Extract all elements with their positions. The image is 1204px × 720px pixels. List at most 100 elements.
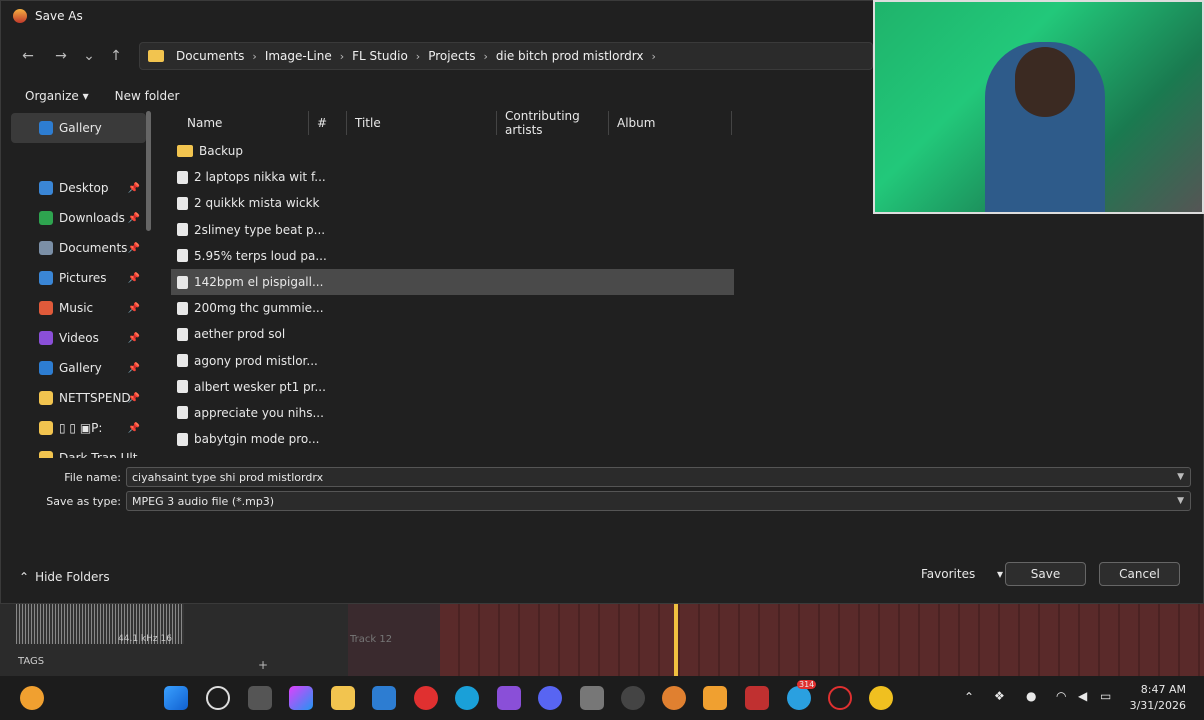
pin-icon: 📌 xyxy=(127,212,140,224)
back-arrow-icon[interactable]: ← xyxy=(13,41,43,71)
store-icon[interactable] xyxy=(372,686,396,710)
playhead[interactable] xyxy=(674,604,678,676)
edge-icon[interactable] xyxy=(455,686,479,710)
up-arrow-icon[interactable]: ↑ xyxy=(101,41,131,71)
breadcrumb-item[interactable]: Documents xyxy=(176,49,244,63)
sidebar-item-nettspend[interactable]: NETTSPEND 📌 xyxy=(11,383,146,413)
chrome-icon[interactable] xyxy=(869,686,893,710)
playlist-tracks[interactable] xyxy=(440,604,1204,676)
chevron-right-icon: › xyxy=(252,49,257,63)
file-row[interactable]: albert wesker pt1 pr... xyxy=(171,374,741,400)
task-view-icon[interactable] xyxy=(248,686,272,710)
obs-icon[interactable] xyxy=(621,686,645,710)
address-bar[interactable]: Documents › Image-Line › FL Studio › Projec… xyxy=(139,42,873,70)
chevron-right-icon: › xyxy=(339,49,345,63)
recent-locations-icon[interactable]: ⌄ xyxy=(74,41,104,71)
audio-file-icon xyxy=(177,327,188,341)
file-row[interactable]: Backup xyxy=(171,138,741,164)
sample-info: 44.1 kHz 16 xyxy=(118,634,172,644)
column-album[interactable]: Album xyxy=(609,111,732,135)
app-icon[interactable] xyxy=(662,686,686,710)
file-row[interactable]: agony prod mistlor... xyxy=(171,348,741,374)
file-name-input[interactable]: ciyahsaint type shi prod mistlordrx ▼ xyxy=(126,467,1191,487)
breadcrumb-item[interactable]: FL Studio xyxy=(352,49,408,63)
pin-icon: 📌 xyxy=(127,182,140,194)
file-row[interactable]: 200mg thc gummie... xyxy=(171,295,741,321)
sidebar-item-music[interactable]: Music 📌 xyxy=(11,293,146,323)
add-icon[interactable]: + xyxy=(258,658,268,672)
save-button[interactable]: Save xyxy=(1005,562,1086,586)
chevron-down-icon[interactable]: ▼ xyxy=(1177,472,1184,482)
pictures-icon xyxy=(39,271,53,285)
copilot-icon[interactable] xyxy=(289,686,313,710)
save-type-value: MPEG 3 audio file (*.mp3) xyxy=(132,494,275,508)
battery-icon[interactable]: ▭ xyxy=(1100,689,1111,703)
start-icon[interactable] xyxy=(164,686,188,710)
weather-icon[interactable] xyxy=(20,686,44,710)
discord-icon[interactable] xyxy=(538,686,562,710)
file-explorer-icon[interactable] xyxy=(331,686,355,710)
track-header[interactable]: Track 12 xyxy=(348,604,440,676)
save-type-select[interactable]: MPEG 3 audio file (*.mp3) ▼ xyxy=(126,491,1191,511)
breadcrumb-item[interactable]: Projects xyxy=(428,49,475,63)
taskbar: 314 ⌃ ❖ ● ◠ ◀ ▭ 8:47 AM 3/31/2026 xyxy=(0,676,1204,720)
fl-studio-background: 44.1 kHz 16 TAGS + Track 12 xyxy=(0,604,1204,676)
new-folder-button[interactable]: New folder xyxy=(115,89,180,103)
hide-folders-label: Hide Folders xyxy=(35,570,110,584)
forward-arrow-icon[interactable]: → xyxy=(46,41,76,71)
sidebar-item-desktop[interactable]: Desktop 📌 xyxy=(11,173,146,203)
wifi-icon[interactable]: ◠ xyxy=(1056,689,1066,703)
file-row[interactable]: 2slimey type beat p... xyxy=(171,217,741,243)
file-row[interactable]: 5.95% terps loud pa... xyxy=(171,243,741,269)
chevron-up-icon[interactable]: ⌃ xyxy=(964,690,974,704)
breadcrumb-item[interactable]: Image-Line xyxy=(265,49,332,63)
pin-icon: 📌 xyxy=(127,272,140,284)
camera-icon[interactable] xyxy=(580,686,604,710)
column-title[interactable]: Title xyxy=(347,111,497,135)
app-icon[interactable] xyxy=(745,686,769,710)
file-row[interactable]: 142bpm el pispigall... xyxy=(171,268,734,296)
file-name-label: File name: xyxy=(64,471,121,484)
sidebar-scrollbar[interactable] xyxy=(146,111,151,231)
pin-icon: 📌 xyxy=(127,242,140,254)
hide-folders-button[interactable]: ⌃ Hide Folders xyxy=(19,570,110,584)
favorites-button[interactable]: Favorites ▾ xyxy=(921,567,1003,581)
file-row[interactable]: babytgin mode pro... xyxy=(171,426,741,452)
chevron-right-icon: › xyxy=(415,49,421,63)
download-icon xyxy=(39,211,53,225)
sidebar-item-downloads[interactable]: Downloads 📌 xyxy=(11,203,146,233)
sidebar-item-pictures[interactable]: Pictures 📌 xyxy=(11,263,146,293)
breadcrumb-item[interactable]: die bitch prod mistlordrx xyxy=(496,49,644,63)
chevron-down-icon[interactable]: ▼ xyxy=(1177,496,1184,506)
sidebar-item-videos[interactable]: Videos 📌 xyxy=(11,323,146,353)
opera-icon[interactable] xyxy=(414,686,438,710)
column-contributing-artists[interactable]: Contributing artists xyxy=(497,109,609,137)
sidebar-item-label: Videos xyxy=(59,331,99,345)
microphone-icon[interactable]: ● xyxy=(1026,689,1036,703)
file-row[interactable]: appreciate you nihs... xyxy=(171,400,741,426)
opera-gx-icon[interactable] xyxy=(828,686,852,710)
sidebar-item-gallery[interactable]: Gallery 📌 xyxy=(11,353,146,383)
folder-icon xyxy=(39,421,53,435)
navigation-bar: ← → ⌄ ↑ Documents › Image-Line › FL Studio… xyxy=(1,39,873,73)
search-icon[interactable] xyxy=(206,686,230,710)
file-name: 142bpm el pispigall... xyxy=(194,275,324,290)
music-icon xyxy=(39,301,53,315)
file-row[interactable]: aether prod sol xyxy=(171,321,741,347)
sidebar-item-gallery[interactable]: Gallery xyxy=(11,113,146,143)
column-name[interactable]: Name xyxy=(171,111,309,135)
clipchamp-icon[interactable] xyxy=(497,686,521,710)
clock[interactable]: 8:47 AM 3/31/2026 xyxy=(1130,682,1186,714)
volume-icon[interactable]: ◀ xyxy=(1078,689,1087,703)
telegram-icon[interactable]: 314 xyxy=(787,680,817,710)
file-row[interactable]: 2 laptops nikka wit f... xyxy=(171,164,741,190)
sidebar-item--p-[interactable]: ▯ ▯ ▣P: 📌 xyxy=(11,413,146,443)
column-number[interactable]: # xyxy=(309,111,347,135)
dropbox-icon[interactable]: ❖ xyxy=(994,689,1005,703)
cancel-button[interactable]: Cancel xyxy=(1099,562,1180,586)
sidebar-item-documents[interactable]: Documents 📌 xyxy=(11,233,146,263)
sidebar-item-dark-trap-ult[interactable]: Dark Trap Ult xyxy=(11,443,146,458)
organize-button[interactable]: Organize ▾ xyxy=(25,89,89,103)
fl-studio-taskbar-icon[interactable] xyxy=(703,686,727,710)
file-row[interactable]: 2 quikkk mista wickk xyxy=(171,190,741,216)
